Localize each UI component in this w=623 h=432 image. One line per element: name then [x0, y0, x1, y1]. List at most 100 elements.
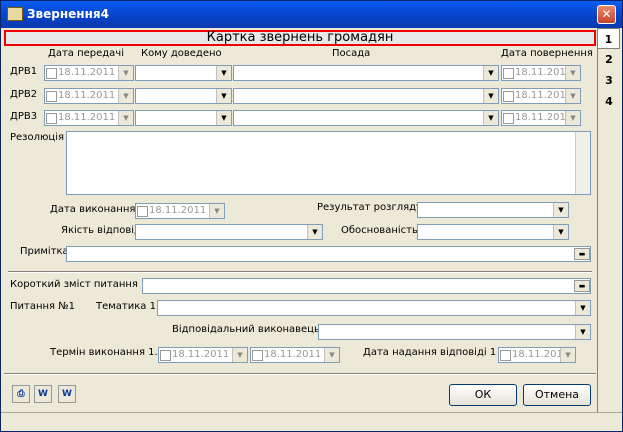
- col-transfer-date: Дата передачі: [48, 48, 124, 59]
- drv3-position-select[interactable]: ▼: [233, 110, 499, 126]
- note-label: Примітка: [20, 246, 69, 257]
- drv3-transfer-date[interactable]: 18.11.2011 ▼: [44, 110, 134, 126]
- summary-label: Короткий зміст питання 1: [10, 279, 148, 290]
- chevron-down-icon[interactable]: ▼: [565, 89, 580, 103]
- execution-date-checkbox[interactable]: [137, 206, 148, 217]
- col-assigned-to: Кому доведено: [141, 48, 222, 59]
- chevron-down-icon[interactable]: ▼: [232, 348, 247, 362]
- question-label: Питання №1: [10, 301, 76, 312]
- validity-select[interactable]: ▼: [417, 224, 569, 240]
- tab-2[interactable]: 2: [598, 49, 620, 70]
- drv1-assigned-select[interactable]: ▼: [135, 65, 232, 81]
- row-label-drv3: ДРВ3: [10, 111, 38, 122]
- chevron-down-icon[interactable]: ▼: [324, 348, 339, 362]
- tab-4[interactable]: 4: [598, 91, 620, 112]
- chevron-down-icon[interactable]: ▼: [118, 66, 133, 80]
- chevron-down-icon[interactable]: ▼: [560, 348, 575, 362]
- answer-date-label: Дата надання відповіді 1: [363, 347, 497, 358]
- drv2-transfer-value: 18.11.2011: [58, 90, 116, 101]
- drv2-return-value: 18.11.2011: [515, 90, 573, 101]
- note-expand-button[interactable]: ▬: [574, 248, 590, 260]
- resolution-label: Резолюція: [10, 132, 65, 143]
- chevron-down-icon[interactable]: ▼: [575, 301, 590, 315]
- answer-date-checkbox[interactable]: [500, 350, 511, 361]
- drv1-transfer-value: 18.11.2011: [58, 67, 116, 78]
- drv1-position-select[interactable]: ▼: [233, 65, 499, 81]
- chevron-down-icon[interactable]: ▼: [209, 204, 224, 218]
- main-window: Звернення4 ✕ Картка звернень громадян Да…: [0, 0, 623, 432]
- drv3-return-date[interactable]: 18.11.2011 ▼: [501, 110, 581, 126]
- form-panel: Картка звернень громадян Дата передачі К…: [4, 28, 598, 414]
- drv3-assigned-select[interactable]: ▼: [135, 110, 232, 126]
- drv2-return-date[interactable]: 18.11.2011 ▼: [501, 88, 581, 104]
- row-label-drv2: ДРВ2: [10, 89, 38, 100]
- execution-date-label: Дата виконання: [50, 204, 136, 215]
- chevron-down-icon[interactable]: ▼: [553, 225, 568, 239]
- resolution-scrollbar[interactable]: [575, 132, 590, 194]
- term-date-value-1: 18.11.2011: [172, 349, 230, 360]
- section-divider: [8, 271, 592, 273]
- tab-1[interactable]: 1: [598, 28, 620, 49]
- form-header: Картка звернень громадян: [4, 30, 596, 46]
- drv1-transfer-date[interactable]: 18.11.2011 ▼: [44, 65, 134, 81]
- chevron-down-icon[interactable]: ▼: [575, 325, 590, 339]
- chevron-down-icon[interactable]: ▼: [118, 111, 133, 125]
- answer-quality-label: Якість відповіді: [61, 225, 144, 236]
- col-position: Посада: [332, 48, 371, 59]
- responsible-select[interactable]: ▼: [318, 324, 591, 340]
- col-return-date: Дата повернення: [501, 48, 593, 59]
- title-bar: Звернення4 ✕: [1, 1, 622, 28]
- printer-icon[interactable]: ⎙: [12, 385, 30, 403]
- term-label: Термін виконання 1.1р: [50, 347, 171, 358]
- drv3-return-checkbox[interactable]: [503, 113, 514, 124]
- term-date-field-1[interactable]: 18.11.2011 ▼: [158, 347, 248, 363]
- summary-field[interactable]: ▬: [142, 278, 591, 294]
- summary-expand-button[interactable]: ▬: [574, 280, 590, 292]
- term-date-value-2: 18.11.2011: [264, 349, 322, 360]
- cancel-button[interactable]: Отмена: [523, 384, 591, 406]
- word-doc-alt-icon[interactable]: W: [58, 385, 76, 403]
- review-result-select[interactable]: ▼: [417, 202, 569, 218]
- chevron-down-icon[interactable]: ▼: [565, 111, 580, 125]
- chevron-down-icon[interactable]: ▼: [565, 66, 580, 80]
- chevron-down-icon[interactable]: ▼: [483, 66, 498, 80]
- note-field[interactable]: ▬: [66, 246, 591, 262]
- drv2-return-checkbox[interactable]: [503, 91, 514, 102]
- term-date-field-2[interactable]: 18.11.2011 ▼: [250, 347, 340, 363]
- term-date-checkbox-1[interactable]: [160, 350, 171, 361]
- drv1-return-date[interactable]: 18.11.2011 ▼: [501, 65, 581, 81]
- chevron-down-icon[interactable]: ▼: [483, 89, 498, 103]
- drv1-transfer-checkbox[interactable]: [46, 68, 57, 79]
- drv2-transfer-date[interactable]: 18.11.2011 ▼: [44, 88, 134, 104]
- close-button[interactable]: ✕: [597, 5, 616, 24]
- drv1-return-value: 18.11.2011: [515, 67, 573, 78]
- drv1-return-checkbox[interactable]: [503, 68, 514, 79]
- validity-label: Обоснованість: [341, 225, 418, 236]
- window-title: Звернення4: [27, 7, 109, 21]
- chevron-down-icon[interactable]: ▼: [216, 89, 231, 103]
- drv2-assigned-select[interactable]: ▼: [135, 88, 232, 104]
- word-doc-icon[interactable]: W: [34, 385, 52, 403]
- drv3-transfer-checkbox[interactable]: [46, 113, 57, 124]
- execution-date-field[interactable]: 18.11.2011 ▼: [135, 203, 225, 219]
- answer-quality-select[interactable]: ▼: [135, 224, 323, 240]
- bottom-divider: [4, 373, 596, 375]
- drv2-transfer-checkbox[interactable]: [46, 91, 57, 102]
- tab-strip: 1 2 3 4: [598, 28, 620, 112]
- drv2-position-select[interactable]: ▼: [233, 88, 499, 104]
- responsible-label: Відповідальний виконавець 1: [172, 324, 330, 335]
- resolution-textarea[interactable]: [66, 131, 591, 195]
- chevron-down-icon[interactable]: ▼: [216, 66, 231, 80]
- topic-select[interactable]: ▼: [157, 300, 591, 316]
- ok-button[interactable]: ОК: [449, 384, 517, 406]
- tab-3[interactable]: 3: [598, 70, 620, 91]
- row-label-drv1: ДРВ1: [10, 66, 38, 77]
- execution-date-value: 18.11.2011: [149, 205, 207, 216]
- term-date-checkbox-2[interactable]: [252, 350, 263, 361]
- chevron-down-icon[interactable]: ▼: [483, 111, 498, 125]
- chevron-down-icon[interactable]: ▼: [118, 89, 133, 103]
- chevron-down-icon[interactable]: ▼: [553, 203, 568, 217]
- chevron-down-icon[interactable]: ▼: [307, 225, 322, 239]
- answer-date-field[interactable]: 18.11.2011 ▼: [498, 347, 576, 363]
- chevron-down-icon[interactable]: ▼: [216, 111, 231, 125]
